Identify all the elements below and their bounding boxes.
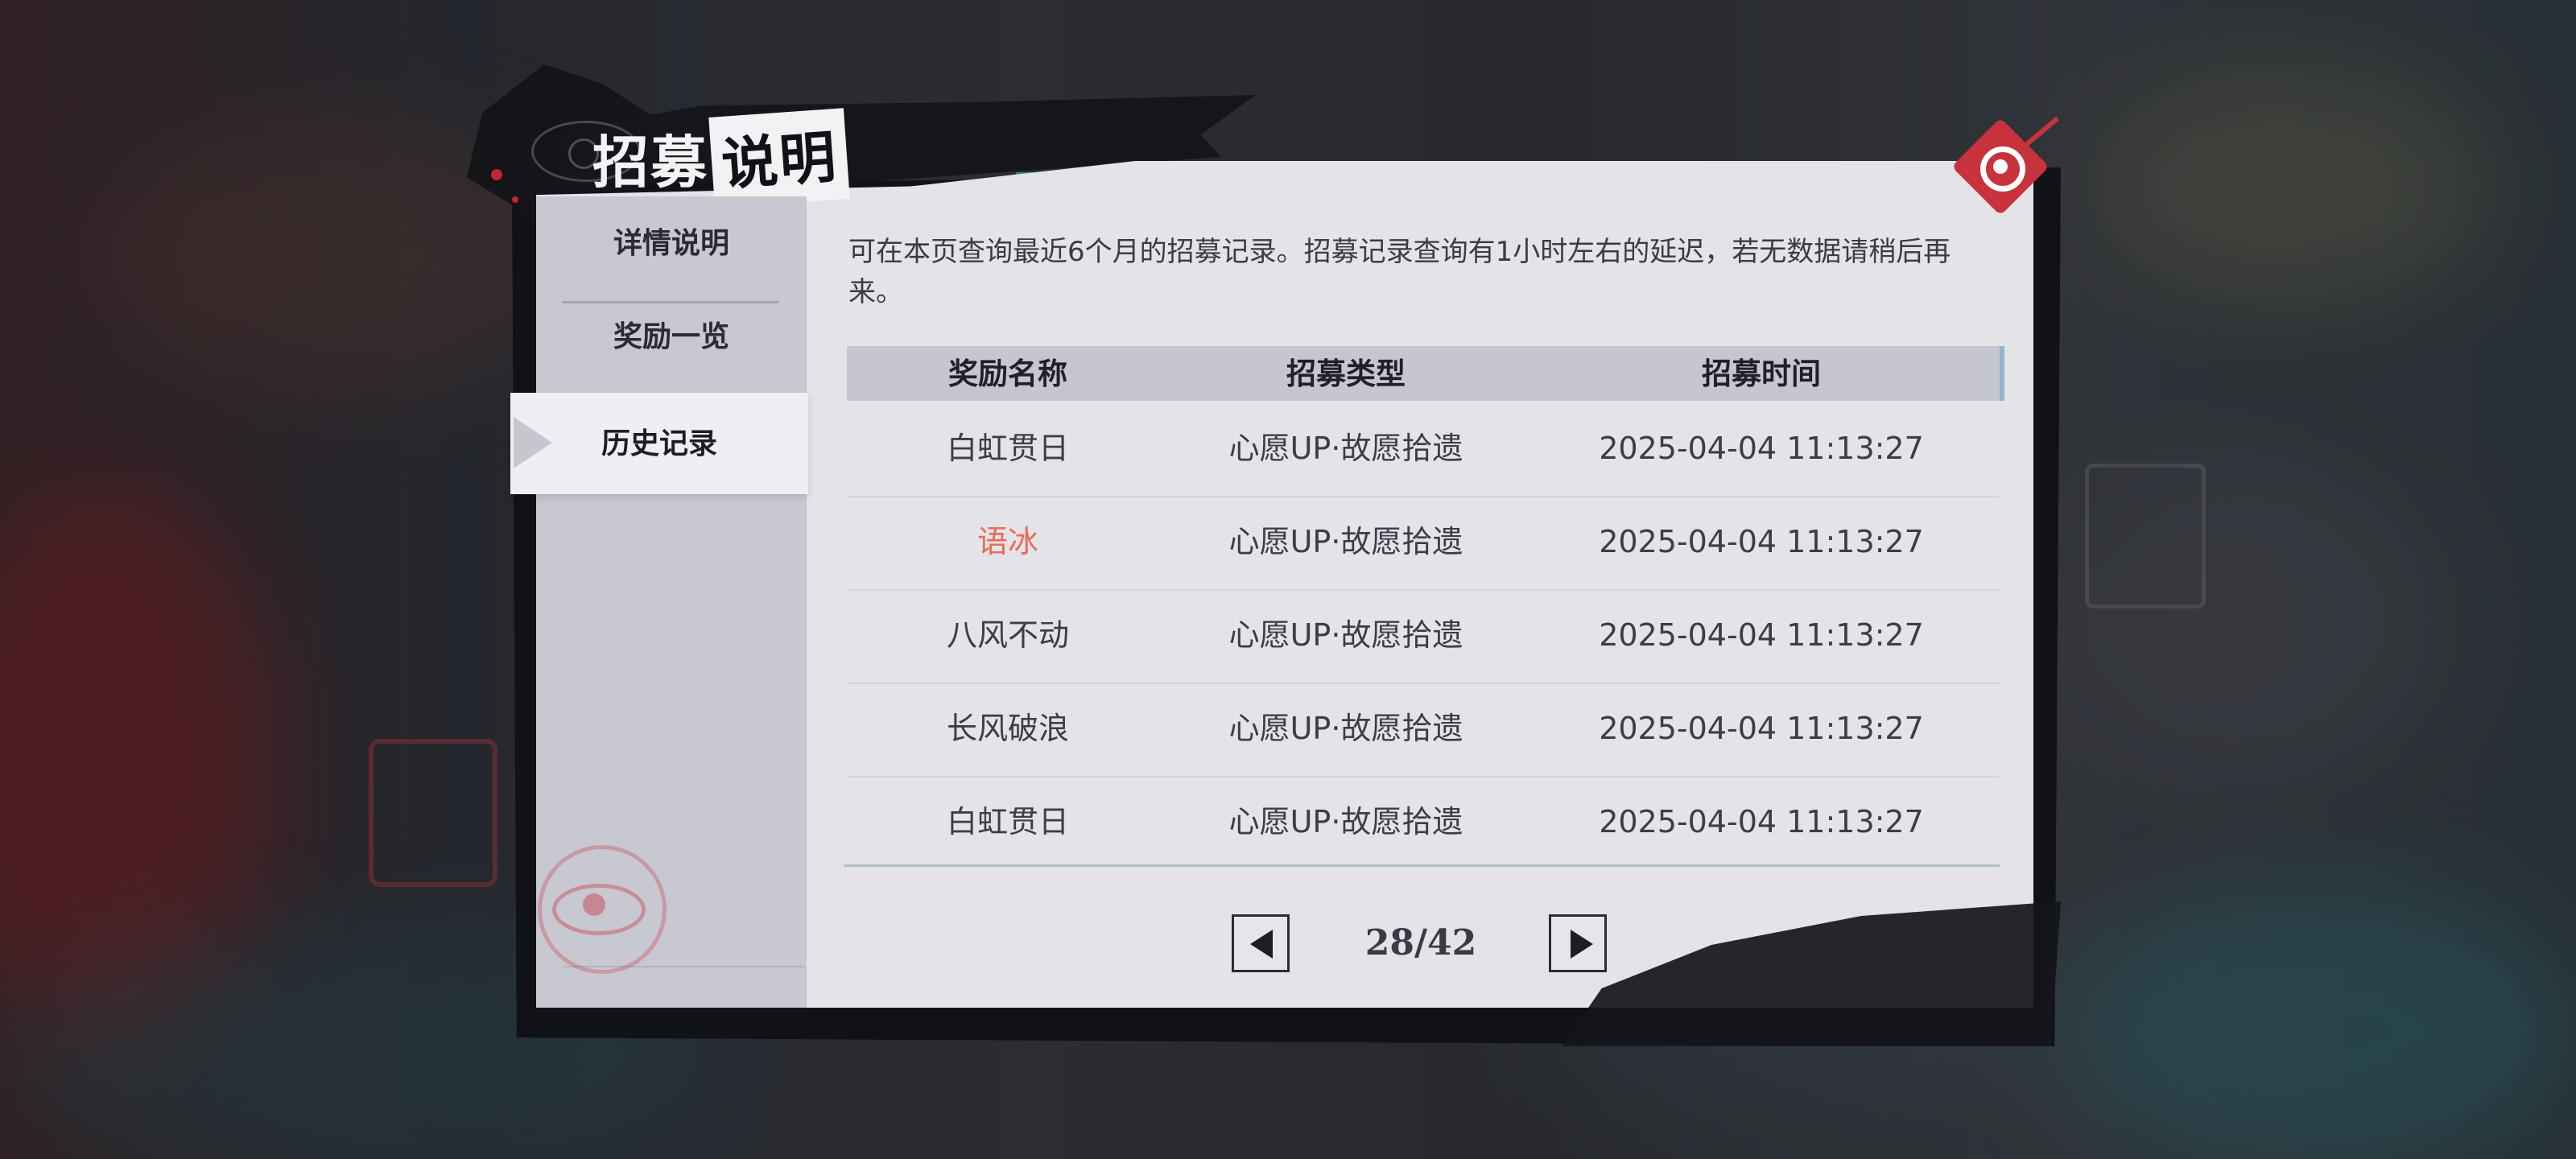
recruit-type-cell: 心愿UP·故愿拾遗 — [1228, 804, 1463, 839]
recruit-type-cell: 心愿UP·故愿拾遗 — [1228, 431, 1463, 466]
sidebar-item-history-label: 历史记录 — [601, 427, 717, 460]
close-button[interactable] — [1948, 114, 2060, 219]
close-emblem-dot — [1993, 159, 2008, 174]
reward-name-cell: 语冰 — [976, 524, 1038, 559]
dialog-title: 招募 说明 — [592, 108, 850, 208]
table-row: 语冰 心愿UP·故愿拾遗 2025-04-04 11:13:27 — [847, 496, 2000, 591]
recruit-type-cell: 心愿UP·故愿拾遗 — [1228, 524, 1463, 559]
recruit-time-cell: 2025-04-04 11:13:27 — [1599, 617, 1924, 653]
table-header: 奖励名称 招募类型 招募时间 — [847, 346, 2004, 401]
table-bottom-rule — [844, 864, 2000, 867]
reward-name-cell: 白虹贯日 — [946, 804, 1069, 839]
next-page-button[interactable] — [1549, 914, 1607, 972]
table-row: 八风不动 心愿UP·故愿拾遗 2025-04-04 11:13:27 — [847, 589, 2000, 684]
history-description: 可在本页查询最近6个月的招募记录。招募记录查询有1小时左右的延迟，若无数据请稍后… — [848, 236, 1951, 308]
table-row: 长风破浪 心愿UP·故愿拾遗 2025-04-04 11:13:27 — [847, 683, 2000, 777]
previous-page-button[interactable] — [1232, 914, 1290, 972]
column-header-recruit-type: 招募类型 — [1286, 356, 1406, 391]
recruit-time-cell: 2025-04-04 11:13:27 — [1599, 804, 1924, 839]
sidebar-item-history[interactable]: 历史记录 — [510, 393, 808, 494]
recruit-time-cell: 2025-04-04 11:13:27 — [1599, 524, 1924, 559]
recruit-type-cell: 心愿UP·故愿拾遗 — [1228, 617, 1463, 653]
sidebar-item-details[interactable]: 详情说明 — [536, 196, 807, 290]
table-row: 白虹贯日 心愿UP·故愿拾遗 2025-04-04 11:13:27 — [847, 402, 2000, 497]
ink-red-dot — [512, 196, 518, 203]
recruit-time-cell: 2025-04-04 11:13:27 — [1599, 711, 1924, 746]
background-seal-stamp — [2085, 464, 2206, 608]
page-indicator: 28/42 — [1364, 922, 1477, 963]
sidebar-item-rewards[interactable]: 奖励一览 — [536, 290, 807, 383]
right-arrow-icon — [1571, 930, 1593, 959]
background-seal-stamp — [369, 739, 497, 887]
left-arrow-icon — [1250, 930, 1273, 959]
column-header-reward-name: 奖励名称 — [948, 356, 1067, 391]
column-header-recruit-time: 招募时间 — [1702, 356, 1821, 391]
table-row: 白虹贯日 心愿UP·故愿拾遗 2025-04-04 11:13:27 — [847, 776, 2000, 869]
reward-name-cell: 白虹贯日 — [946, 431, 1069, 466]
dialog-title-part2: 说明 — [708, 108, 850, 208]
recruit-time-cell: 2025-04-04 11:13:27 — [1599, 431, 1924, 466]
reward-name-cell: 八风不动 — [946, 617, 1069, 653]
ink-red-dot — [491, 169, 502, 180]
dialog-title-part1: 招募 — [592, 129, 708, 196]
recruit-type-cell: 心愿UP·故愿拾遗 — [1228, 711, 1463, 746]
reward-name-cell: 长风破浪 — [946, 711, 1069, 746]
sidebar-fine-print-decoration — [564, 966, 805, 1000]
sidebar-eye-pupil — [583, 893, 605, 916]
